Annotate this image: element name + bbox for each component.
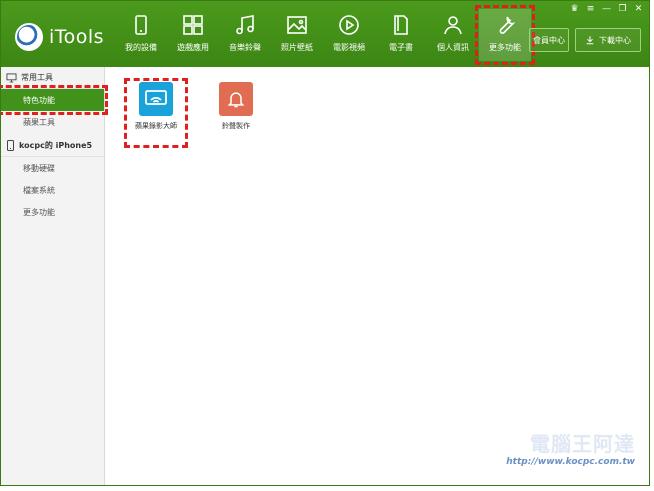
member-center-label: 會員中心 <box>533 35 565 45</box>
itools-window: iTools 我的設備 遊戲應用 音樂鈴聲 照片壁紙 電影視頻 電子書 個人資訊… <box>0 0 650 486</box>
sidebar: 常用工具 特色功能 蘋果工具 kocpc的 iPhone5 移動硬碟 檔案系統 … <box>1 67 108 485</box>
nav-label: 遊戲應用 <box>177 43 209 52</box>
main-nav: 我的設備 遊戲應用 音樂鈴聲 照片壁紙 電影視頻 電子書 個人資訊 更多功能 <box>115 5 535 65</box>
close-icon[interactable]: ✕ <box>632 3 645 15</box>
nav-videos[interactable]: 電影視頻 <box>323 9 375 61</box>
airplay-icon <box>139 82 173 116</box>
minimize-icon[interactable]: — <box>600 3 613 15</box>
watermark: 電腦王阿達 http://www.kocpc.com.tw <box>506 428 635 467</box>
sidebar-section-common-tools: 常用工具 <box>1 67 104 89</box>
sidebar-item-label: 蘋果工具 <box>23 117 55 127</box>
device-name: kocpc的 iPhone5 <box>19 141 93 150</box>
sidebar-item-mobile-disk[interactable]: 移動硬碟 <box>1 157 104 179</box>
nav-label: 電影視頻 <box>333 43 365 52</box>
download-icon <box>586 36 594 45</box>
section-title: 常用工具 <box>21 73 53 82</box>
apps-grid-icon <box>183 15 203 35</box>
itools-logo-icon <box>15 23 43 51</box>
app-ringtone-maker[interactable]: 鈴聲製作 <box>208 82 264 144</box>
nav-personal[interactable]: 個人資訊 <box>427 9 479 61</box>
wrench-icon <box>499 16 516 34</box>
nav-label: 我的設備 <box>125 43 157 52</box>
nav-label: 個人資訊 <box>437 43 469 52</box>
skin-icon[interactable]: ♛ <box>568 3 581 15</box>
app-name: iTools <box>49 26 105 48</box>
download-center-button[interactable]: 下載中心 <box>575 28 641 52</box>
sidebar-item-apple-tools[interactable]: 蘋果工具 <box>1 111 104 133</box>
nav-games-apps[interactable]: 遊戲應用 <box>167 9 219 61</box>
title-bar: iTools 我的設備 遊戲應用 音樂鈴聲 照片壁紙 電影視頻 電子書 個人資訊… <box>1 1 649 67</box>
bell-icon <box>219 82 253 116</box>
monitor-icon <box>6 72 17 83</box>
nav-label: 照片壁紙 <box>281 43 313 52</box>
watermark-title: 電腦王阿達 <box>530 432 635 456</box>
member-center-button[interactable]: 會員中心 <box>529 28 569 52</box>
nav-wallpapers[interactable]: 照片壁紙 <box>271 9 323 61</box>
window-controls: ♛ ≡ — ❐ ✕ <box>568 3 645 15</box>
app-logo: iTools <box>15 23 104 51</box>
book-icon <box>394 15 408 35</box>
nav-my-devices[interactable]: 我的設備 <box>115 9 167 61</box>
nav-label: 電子書 <box>389 43 413 52</box>
nav-ringtones[interactable]: 音樂鈴聲 <box>219 9 271 61</box>
restore-icon[interactable]: ❐ <box>616 3 629 15</box>
app-label: 蘋果錄影大師 <box>135 122 177 130</box>
sidebar-item-more[interactable]: 更多功能 <box>1 201 104 223</box>
play-icon <box>339 15 359 35</box>
sidebar-item-label: 更多功能 <box>23 207 55 217</box>
app-airplayer[interactable]: 蘋果錄影大師 <box>124 78 188 148</box>
download-center-label: 下載中心 <box>599 35 631 45</box>
picture-icon <box>287 16 307 34</box>
watermark-url: http://www.kocpc.com.tw <box>506 457 635 467</box>
sidebar-section-device[interactable]: kocpc的 iPhone5 <box>1 135 104 157</box>
sidebar-item-file-system[interactable]: 檔案系統 <box>1 179 104 201</box>
nav-label: 更多功能 <box>489 43 521 52</box>
phone-icon <box>7 140 14 151</box>
sidebar-item-label: 特色功能 <box>23 95 55 105</box>
menu-icon[interactable]: ≡ <box>584 3 597 15</box>
nav-ebooks[interactable]: 電子書 <box>375 9 427 61</box>
phone-icon <box>135 15 147 35</box>
app-label: 鈴聲製作 <box>222 122 250 130</box>
main-content: 蘋果錄影大師 鈴聲製作 電腦王阿達 http://www.kocpc.com.t… <box>105 67 649 485</box>
person-icon <box>444 16 462 35</box>
sidebar-item-label: 檔案系統 <box>23 185 55 195</box>
nav-label: 音樂鈴聲 <box>229 43 261 52</box>
sidebar-item-featured[interactable]: 特色功能 <box>1 85 108 115</box>
sidebar-item-label: 移動硬碟 <box>23 163 55 173</box>
music-note-icon <box>236 15 254 35</box>
nav-more-features[interactable]: 更多功能 <box>475 5 535 65</box>
